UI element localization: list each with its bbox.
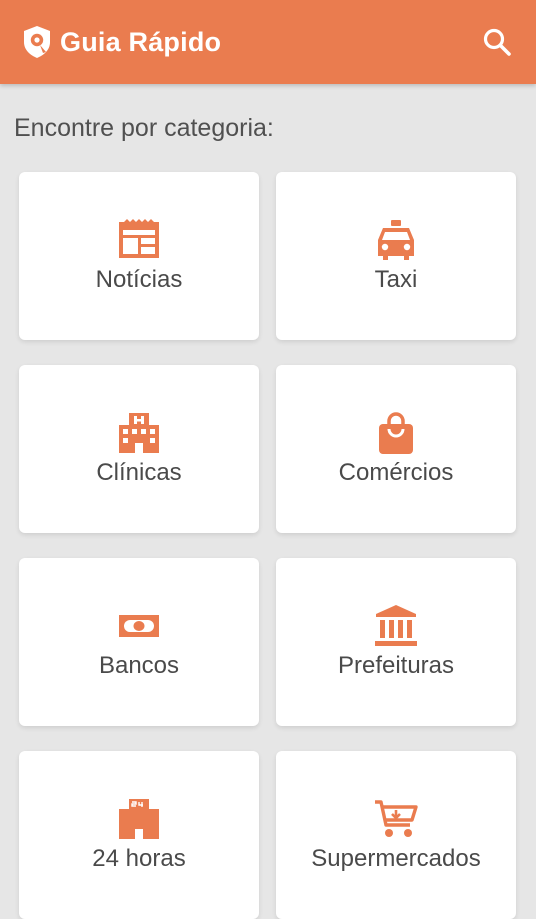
newspaper-icon bbox=[119, 219, 159, 258]
category-label: 24 horas bbox=[92, 845, 186, 872]
app-bar: Guia Rápido bbox=[0, 0, 536, 84]
category-tile-noticias[interactable]: Notícias bbox=[19, 172, 259, 340]
category-label: Comércios bbox=[338, 459, 454, 486]
city-hall-icon bbox=[375, 605, 417, 646]
shopping-bag-icon bbox=[379, 412, 413, 454]
category-tile-bancos[interactable]: Bancos bbox=[19, 558, 259, 726]
taxi-icon bbox=[378, 220, 414, 260]
search-icon bbox=[483, 28, 511, 56]
category-tile-supermercados[interactable]: Supermercados bbox=[276, 751, 516, 919]
category-list: Encontre por categoria: Notícias Taxi Cl… bbox=[0, 84, 536, 919]
cash-icon bbox=[119, 615, 159, 637]
map-pin-shield-icon bbox=[24, 26, 50, 58]
app-title: Guia Rápido bbox=[60, 26, 222, 57]
category-tile-clinicas[interactable]: Clínicas bbox=[19, 365, 259, 533]
search-button[interactable] bbox=[480, 25, 514, 59]
category-label: Notícias bbox=[95, 266, 183, 293]
category-label: Clínicas bbox=[96, 459, 182, 486]
store-24h-icon bbox=[119, 799, 159, 839]
category-label: Supermercados bbox=[311, 845, 481, 872]
category-tile-24-horas[interactable]: 24 horas bbox=[19, 751, 259, 919]
brand[interactable]: Guia Rápido bbox=[22, 25, 221, 59]
category-tile-prefeituras[interactable]: Prefeituras bbox=[276, 558, 516, 726]
category-label: Taxi bbox=[374, 266, 418, 293]
category-tile-comercios[interactable]: Comércios bbox=[276, 365, 516, 533]
section-heading: Encontre por categoria: bbox=[14, 114, 274, 142]
category-tile-taxi[interactable]: Taxi bbox=[276, 172, 516, 340]
category-label: Bancos bbox=[98, 652, 180, 679]
category-label: Prefeituras bbox=[337, 652, 455, 679]
shopping-cart-icon bbox=[375, 800, 418, 837]
hospital-icon bbox=[119, 413, 159, 453]
